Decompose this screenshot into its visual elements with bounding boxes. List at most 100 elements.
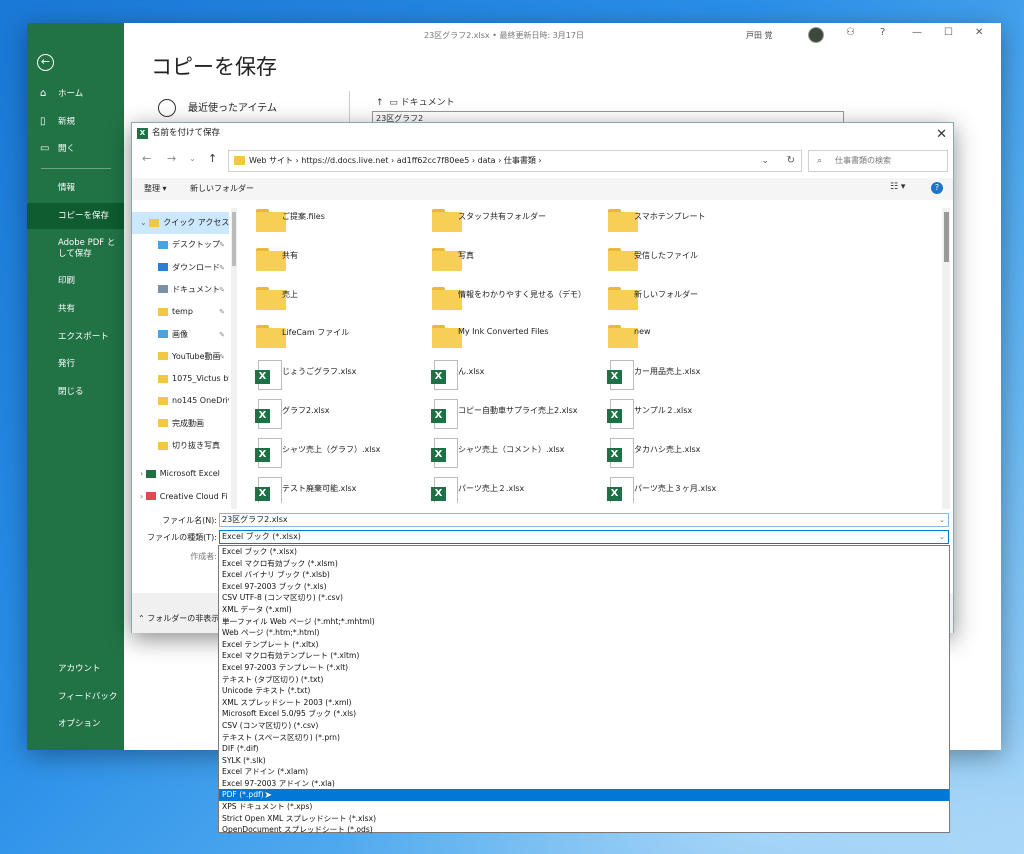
search-input[interactable]: ⌕ 仕事書類の検索: [808, 150, 948, 172]
chevron-down-icon[interactable]: ⌄: [140, 218, 149, 227]
tree-item[interactable]: › Microsoft Excel: [132, 463, 229, 485]
refresh-icon[interactable]: ↻: [787, 151, 795, 171]
recent-locations-icon[interactable]: ⌄: [189, 154, 196, 163]
folder-item[interactable]: スタッフ共有フォルダー: [420, 203, 590, 241]
tree-item[interactable]: 画像 ✎: [132, 324, 229, 346]
maximize-icon[interactable]: ☐: [944, 27, 953, 38]
file-type-option[interactable]: DIF (*.dif): [219, 743, 949, 755]
recent-items[interactable]: 最近使ったアイテム: [158, 99, 277, 117]
file-type-option[interactable]: Microsoft Excel 5.0/95 ブック (*.xls): [219, 708, 949, 720]
nav-new[interactable]: ▯ 新規: [27, 109, 124, 135]
avatar[interactable]: [808, 27, 824, 43]
file-type-option[interactable]: PDF (*.pdf): [219, 789, 949, 802]
dialog-close-icon[interactable]: ✕: [936, 125, 947, 145]
file-type-option[interactable]: CSV UTF-8 (コンマ区切り) (*.csv): [219, 592, 949, 604]
nav-options[interactable]: オプション: [27, 711, 124, 737]
nav-home[interactable]: ⌂ ホーム: [27, 81, 124, 107]
nav-print[interactable]: 印刷: [27, 268, 124, 294]
file-type-option[interactable]: 単一ファイル Web ページ (*.mht;*.mhtml): [219, 616, 949, 628]
chevron-down-icon[interactable]: ⌄: [939, 514, 945, 526]
back-icon[interactable]: ←: [142, 152, 151, 165]
filename-field[interactable]: 23区グラフ2.xlsx ⌄: [219, 513, 949, 527]
organize-button[interactable]: 整理 ▾: [144, 183, 167, 194]
address-bar[interactable]: Web サイト › https://d.docs.live.net › ad1f…: [228, 150, 802, 172]
file-item[interactable]: X パーツ売上３ヶ月.xlsx: [596, 475, 766, 503]
folder-item[interactable]: 売上: [244, 281, 414, 319]
folder-item[interactable]: ご提案.files: [244, 203, 414, 241]
help-icon[interactable]: ?: [931, 182, 943, 194]
tree-scrollbar[interactable]: [231, 208, 237, 509]
new-folder-button[interactable]: 新しいフォルダー: [190, 183, 254, 194]
file-item[interactable]: X グラフ2.xlsx: [244, 397, 414, 435]
file-type-option[interactable]: Excel マクロ有効テンプレート (*.xltm): [219, 650, 949, 662]
file-type-option[interactable]: Strict Open XML スプレッドシート (*.xlsx): [219, 813, 949, 825]
file-type-option[interactable]: Excel 97-2003 アドイン (*.xla): [219, 778, 949, 790]
tree-item[interactable]: 1075_Victus by: [132, 368, 229, 390]
tree-scroll-thumb[interactable]: [232, 212, 236, 266]
folder-item[interactable]: 写真: [420, 242, 590, 280]
tree-item[interactable]: temp ✎: [132, 301, 229, 323]
file-item[interactable]: X テスト廃棄可能.xlsx: [244, 475, 414, 503]
tree-item[interactable]: ドキュメント ✎: [132, 279, 229, 301]
nav-open[interactable]: ▭ 開く: [27, 136, 124, 162]
help-question-icon[interactable]: ?: [880, 27, 885, 38]
pin-icon[interactable]: ✎: [219, 301, 225, 323]
chevron-down-icon[interactable]: ⌄: [939, 531, 945, 543]
chevron-down-icon[interactable]: ⌄: [761, 151, 769, 171]
folder-item[interactable]: 新しいフォルダー: [596, 281, 766, 319]
file-type-option[interactable]: XML スプレッドシート 2003 (*.xml): [219, 697, 949, 709]
file-item[interactable]: X シャツ売上（コメント）.xlsx: [420, 436, 590, 474]
file-item[interactable]: X じょうごグラフ.xlsx: [244, 358, 414, 396]
pin-icon[interactable]: ✎: [219, 324, 225, 346]
file-item[interactable]: X カー用品売上.xlsx: [596, 358, 766, 396]
file-item[interactable]: X ん.xlsx: [420, 358, 590, 396]
folder-item[interactable]: 情報をわかりやすく見せる（デモ）: [420, 281, 590, 319]
pin-icon[interactable]: ✎: [219, 257, 225, 279]
file-item[interactable]: X タカハシ売上.xlsx: [596, 436, 766, 474]
file-type-option[interactable]: CSV (コンマ区切り) (*.csv): [219, 720, 949, 732]
nav-export[interactable]: エクスポート: [27, 324, 124, 350]
file-type-option[interactable]: Excel テンプレート (*.xltx): [219, 639, 949, 651]
back-arrow-icon[interactable]: ←: [37, 54, 54, 71]
filetype-select[interactable]: Excel ブック (*.xlsx) ⌄: [219, 530, 949, 544]
nav-feedback[interactable]: フィードバック: [27, 684, 124, 710]
nav-info[interactable]: 情報: [27, 175, 124, 201]
file-item[interactable]: X パーツ売上２.xlsx: [420, 475, 590, 503]
file-type-option[interactable]: Excel マクロ有効ブック (*.xlsm): [219, 558, 949, 570]
file-type-option[interactable]: テキスト (タブ区切り) (*.txt): [219, 674, 949, 686]
file-type-option[interactable]: Excel 97-2003 ブック (*.xls): [219, 581, 949, 593]
nav-publish[interactable]: 発行: [27, 351, 124, 377]
tree-item[interactable]: › Creative Cloud Fi: [132, 486, 229, 508]
file-type-option[interactable]: Web ページ (*.htm;*.html): [219, 627, 949, 639]
folder-item[interactable]: 共有: [244, 242, 414, 280]
coauthor-icon[interactable]: ⚇: [846, 27, 855, 38]
tree-item[interactable]: 完成動画: [132, 413, 229, 435]
up-arrow-icon[interactable]: ↑: [376, 98, 384, 108]
folder-item[interactable]: new: [596, 319, 766, 357]
forward-icon[interactable]: →: [167, 152, 176, 165]
file-type-option[interactable]: XML データ (*.xml): [219, 604, 949, 616]
file-item[interactable]: X サンプル２.xlsx: [596, 397, 766, 435]
nav-close[interactable]: 閉じる: [27, 379, 124, 405]
pin-icon[interactable]: ✎: [219, 346, 225, 368]
file-type-option[interactable]: OpenDocument スプレッドシート (*.ods): [219, 824, 949, 836]
file-type-option[interactable]: Unicode テキスト (*.txt): [219, 685, 949, 697]
file-item[interactable]: X シャツ売上（グラフ）.xlsx: [244, 436, 414, 474]
up-icon[interactable]: ↑: [208, 152, 217, 165]
tree-item[interactable]: no145 OneDriv: [132, 390, 229, 412]
hide-folders-button[interactable]: ⌃ フォルダーの非表示: [138, 613, 219, 624]
backstage-path[interactable]: ↑ ▭ ドキュメント: [376, 95, 455, 108]
file-item[interactable]: X コピー自動車サプライ売上2.xlsx: [420, 397, 590, 435]
pin-icon[interactable]: ✎: [219, 234, 225, 256]
tree-item[interactable]: YouTube動画 ✎: [132, 346, 229, 368]
tree-item[interactable]: 切り抜き写真: [132, 435, 229, 457]
view-options-icon[interactable]: ☷ ▾: [890, 182, 905, 192]
folder-item[interactable]: LifeCam ファイル: [244, 319, 414, 357]
file-type-option[interactable]: Excel ブック (*.xlsx): [219, 546, 949, 558]
folder-item[interactable]: スマホテンプレート: [596, 203, 766, 241]
nav-adobe-pdf[interactable]: Adobe PDF として保存: [27, 234, 124, 264]
tree-item[interactable]: ⌄ クイック アクセス: [132, 212, 229, 234]
pin-icon[interactable]: ✎: [219, 279, 225, 301]
nav-account[interactable]: アカウント: [27, 656, 124, 682]
file-list-scrollbar[interactable]: [942, 208, 950, 509]
